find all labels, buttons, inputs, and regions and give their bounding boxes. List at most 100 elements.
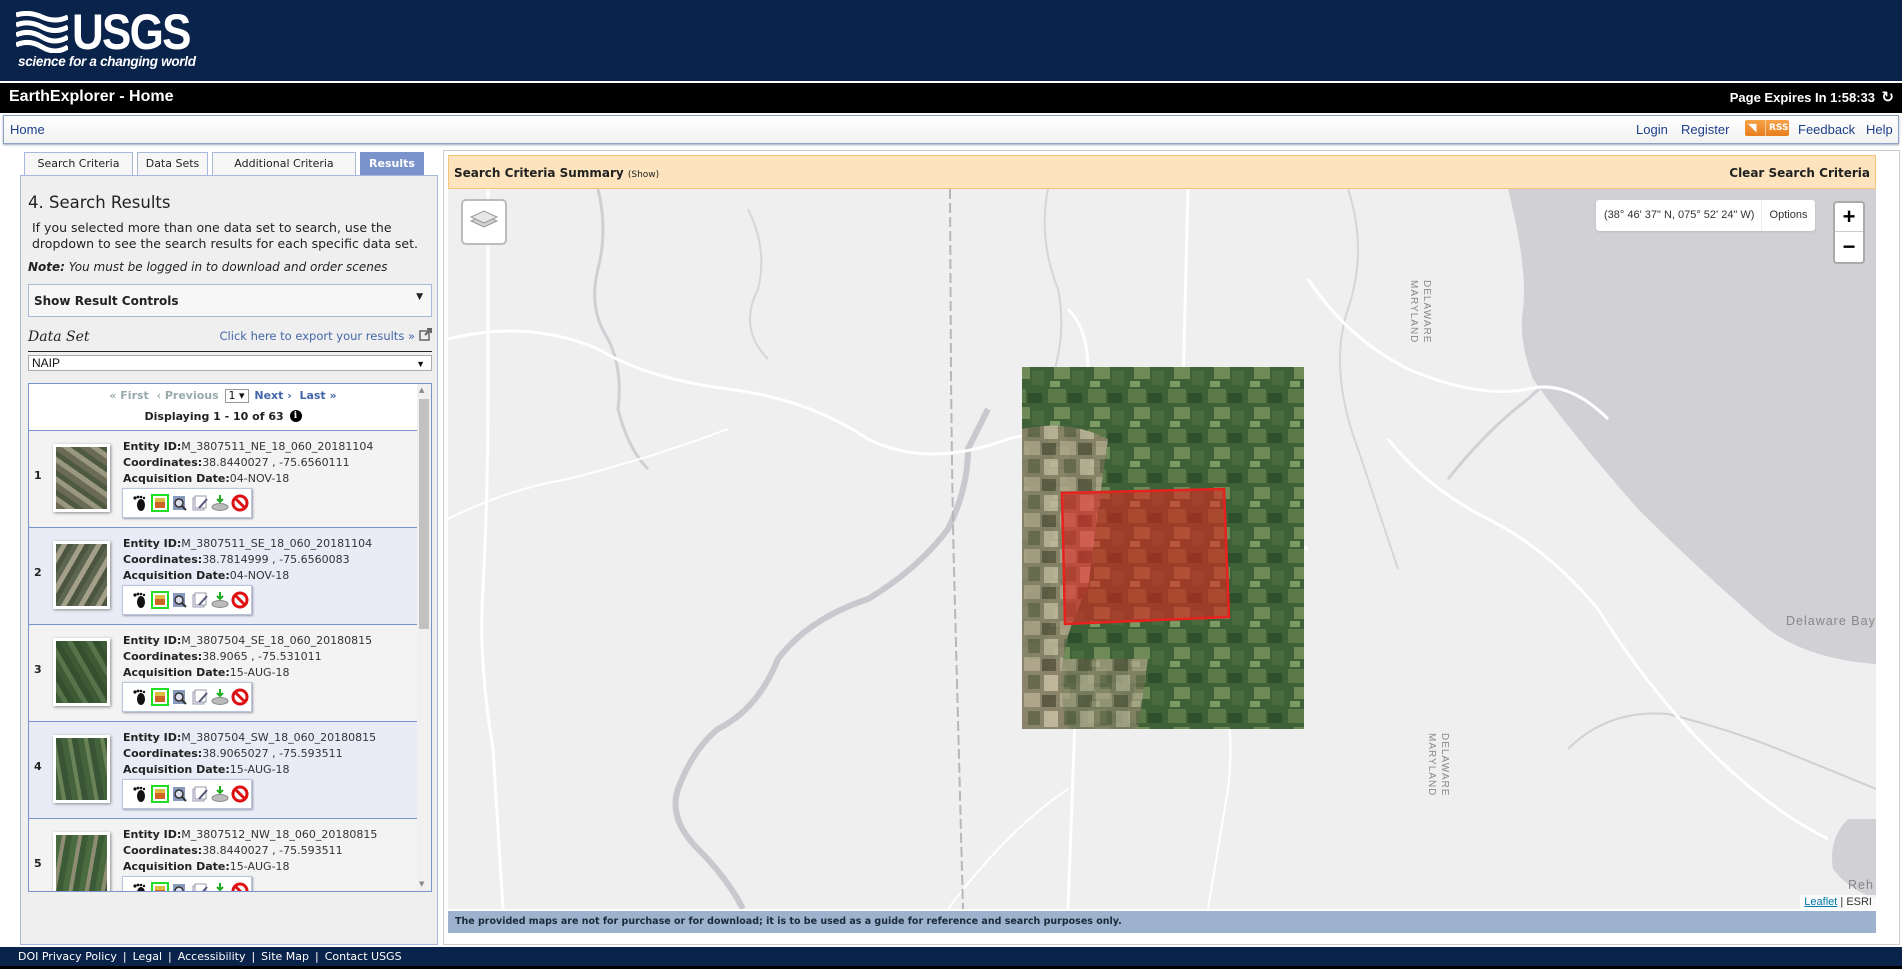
- coordinates-label: Coordinates:: [123, 844, 203, 857]
- show-browse-icon[interactable]: [171, 591, 189, 609]
- nav-register-link[interactable]: Register: [1681, 122, 1729, 137]
- entity-id-line: Entity ID:M_3807511_NE_18_060_20181104: [123, 439, 373, 455]
- acquisition-date-line: Acquisition Date:15-AUG-18: [123, 665, 372, 681]
- download-icon[interactable]: [211, 785, 229, 803]
- clear-search-criteria-button[interactable]: Clear Search Criteria: [1729, 166, 1870, 180]
- result-row[interactable]: 2 Entity ID:M_3807511_SE_18_060_20181104 C…: [29, 527, 417, 624]
- results-scrollbar[interactable]: ▲ ▼: [417, 384, 431, 891]
- browse-overlay-icon[interactable]: [151, 882, 169, 891]
- footprint-icon[interactable]: [131, 785, 149, 803]
- metadata-icon[interactable]: [191, 785, 209, 803]
- show-browse-icon[interactable]: [171, 785, 189, 803]
- footer-separator: |: [315, 950, 319, 963]
- zoom-in-button[interactable]: +: [1835, 203, 1863, 232]
- info-icon[interactable]: i: [289, 410, 302, 422]
- acquisition-date-label: Acquisition Date:: [123, 569, 230, 582]
- rss-button[interactable]: ◥ RSS: [1745, 120, 1789, 136]
- result-row[interactable]: 4 Entity ID:M_3807504_SW_18_060_20180815 C…: [29, 721, 417, 818]
- coordinate-options-button[interactable]: Options: [1761, 200, 1815, 231]
- acquisition-date-value: 04-NOV-18: [229, 472, 290, 485]
- usgs-logo[interactable]: USGS science for a changing world: [16, 7, 196, 72]
- show-browse-icon[interactable]: [171, 882, 189, 891]
- footprint-icon[interactable]: [131, 591, 149, 609]
- metadata-icon[interactable]: [191, 688, 209, 706]
- scroll-down-icon[interactable]: ▼: [419, 880, 424, 888]
- scene-footprint[interactable]: [1060, 487, 1231, 626]
- nav-login-link[interactable]: Login: [1636, 122, 1668, 137]
- usgs-header: USGS science for a changing world: [0, 0, 1902, 81]
- result-thumbnail[interactable]: [53, 541, 110, 609]
- footer-link-accessibility[interactable]: Accessibility: [178, 950, 246, 963]
- refresh-icon[interactable]: ↻: [1881, 88, 1894, 106]
- pagination: « First ‹ Previous 1 ▾ Next › Last »: [29, 389, 417, 403]
- coordinates-label: Coordinates:: [123, 650, 203, 663]
- scroll-up-icon[interactable]: ▲: [419, 386, 424, 394]
- download-icon[interactable]: [211, 882, 229, 891]
- page-select[interactable]: 1 ▾: [224, 389, 249, 403]
- download-icon[interactable]: [211, 591, 229, 609]
- data-set-select[interactable]: NAIP ▼: [28, 355, 432, 371]
- map-label-rehoboth: Reh: [1848, 878, 1874, 892]
- metadata-icon[interactable]: [191, 882, 209, 891]
- entity-id-label: Entity ID:: [123, 537, 182, 550]
- result-number: 1: [34, 469, 42, 482]
- browse-overlay-icon[interactable]: [151, 494, 169, 512]
- zoom-out-button[interactable]: −: [1835, 233, 1863, 262]
- footer-link-privacy[interactable]: DOI Privacy Policy: [18, 950, 117, 963]
- show-browse-icon[interactable]: [171, 494, 189, 512]
- footer-link-legal[interactable]: Legal: [133, 950, 162, 963]
- nav-feedback-link[interactable]: Feedback: [1798, 122, 1855, 137]
- scrollbar-thumb[interactable]: [419, 399, 429, 629]
- footprint-icon[interactable]: [131, 882, 149, 891]
- download-icon[interactable]: [211, 688, 229, 706]
- result-tools: [122, 779, 252, 809]
- result-number: 3: [34, 663, 42, 676]
- footer-link-contact[interactable]: Contact USGS: [325, 950, 402, 963]
- exclude-icon[interactable]: [231, 494, 249, 512]
- usgs-wave-icon: [16, 11, 68, 53]
- export-results-link[interactable]: Click here to export your results »: [220, 329, 415, 343]
- footer-link-site-map[interactable]: Site Map: [261, 950, 309, 963]
- footer: DOI Privacy Policy | Legal | Accessibility | S…: [0, 947, 1902, 969]
- river: [672, 407, 991, 909]
- pager-next[interactable]: Next ›: [254, 389, 291, 402]
- entity-id-value: M_3807512_NW_18_060_20180815: [181, 828, 378, 841]
- browse-overlay-icon[interactable]: [151, 591, 169, 609]
- download-icon[interactable]: [211, 494, 229, 512]
- tab-search-criteria[interactable]: Search Criteria: [24, 152, 133, 176]
- entity-id-label: Entity ID:: [123, 634, 182, 647]
- exclude-icon[interactable]: [231, 882, 249, 891]
- metadata-icon[interactable]: [191, 494, 209, 512]
- result-thumbnail[interactable]: [53, 832, 110, 891]
- exclude-icon[interactable]: [231, 785, 249, 803]
- result-row[interactable]: 3 Entity ID:M_3807504_SE_18_060_20180815 C…: [29, 624, 417, 721]
- result-thumbnail[interactable]: [53, 638, 110, 706]
- show-browse-icon[interactable]: [171, 688, 189, 706]
- result-thumbnail[interactable]: [53, 735, 110, 803]
- criteria-show-link[interactable]: (Show): [628, 170, 659, 180]
- browse-overlay-icon[interactable]: [151, 688, 169, 706]
- map-view[interactable]: DELAWARE MARYLAND DELAWARE MARYLAND Dela…: [448, 189, 1876, 909]
- export-icon[interactable]: [419, 327, 433, 341]
- layers-button[interactable]: [461, 199, 507, 245]
- footprint-icon[interactable]: [131, 688, 149, 706]
- result-thumbnail[interactable]: [53, 444, 110, 512]
- exclude-icon[interactable]: [231, 591, 249, 609]
- nav-bar: Home Login Register ◥ RSS Feedback Help: [3, 115, 1899, 144]
- tab-results[interactable]: Results: [360, 152, 424, 176]
- nav-help-link[interactable]: Help: [1866, 122, 1893, 137]
- tab-data-sets[interactable]: Data Sets: [137, 152, 208, 176]
- acquisition-date-label: Acquisition Date:: [123, 472, 230, 485]
- metadata-icon[interactable]: [191, 591, 209, 609]
- result-row[interactable]: 1 Entity ID:M_3807511_NE_18_060_20181104 C…: [29, 430, 417, 527]
- nav-home-link[interactable]: Home: [10, 122, 45, 137]
- exclude-icon[interactable]: [231, 688, 249, 706]
- pager-last[interactable]: Last »: [299, 389, 336, 402]
- footprint-icon[interactable]: [131, 494, 149, 512]
- tab-additional-criteria[interactable]: Additional Criteria: [212, 152, 356, 176]
- result-row[interactable]: 5 Entity ID:M_3807512_NW_18_060_20180815 C…: [29, 818, 417, 891]
- leaflet-link[interactable]: Leaflet: [1804, 896, 1837, 908]
- entity-id-line: Entity ID:M_3807504_SW_18_060_20180815: [123, 730, 376, 746]
- browse-overlay-icon[interactable]: [151, 785, 169, 803]
- show-result-controls-toggle[interactable]: Show Result Controls ▼: [28, 284, 432, 317]
